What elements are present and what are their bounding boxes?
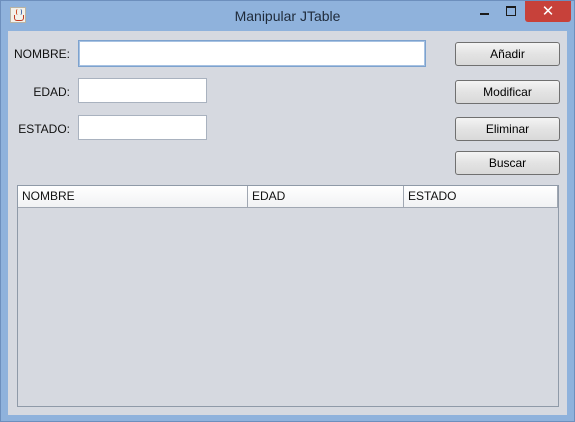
estado-label: ESTADO: (18, 122, 70, 136)
nombre-field[interactable] (78, 40, 426, 67)
data-table[interactable]: NOMBRE EDAD ESTADO (17, 185, 559, 407)
table-header: NOMBRE EDAD ESTADO (18, 186, 558, 208)
buscar-button[interactable]: Buscar (455, 151, 560, 175)
estado-field[interactable] (78, 115, 207, 140)
column-header-nombre[interactable]: NOMBRE (18, 186, 248, 207)
content-panel: NOMBRE: EDAD: ESTADO: Añadir Modificar E… (8, 31, 567, 415)
nombre-label: NOMBRE: (13, 47, 70, 61)
column-header-estado[interactable]: ESTADO (404, 186, 558, 207)
maximize-button[interactable] (498, 1, 524, 22)
close-button[interactable]: ✕ (525, 1, 571, 22)
edad-label: EDAD: (33, 85, 70, 99)
app-window: Manipular JTable ✕ NOMBRE: EDAD: ESTADO:… (0, 0, 575, 422)
edad-field[interactable] (78, 78, 207, 103)
anadir-button[interactable]: Añadir (455, 42, 560, 66)
table-body[interactable] (18, 208, 558, 406)
title-bar[interactable]: Manipular JTable ✕ (1, 1, 574, 31)
modificar-button[interactable]: Modificar (455, 80, 560, 104)
minimize-button[interactable] (471, 1, 497, 22)
column-header-edad[interactable]: EDAD (248, 186, 404, 207)
eliminar-button[interactable]: Eliminar (455, 117, 560, 141)
